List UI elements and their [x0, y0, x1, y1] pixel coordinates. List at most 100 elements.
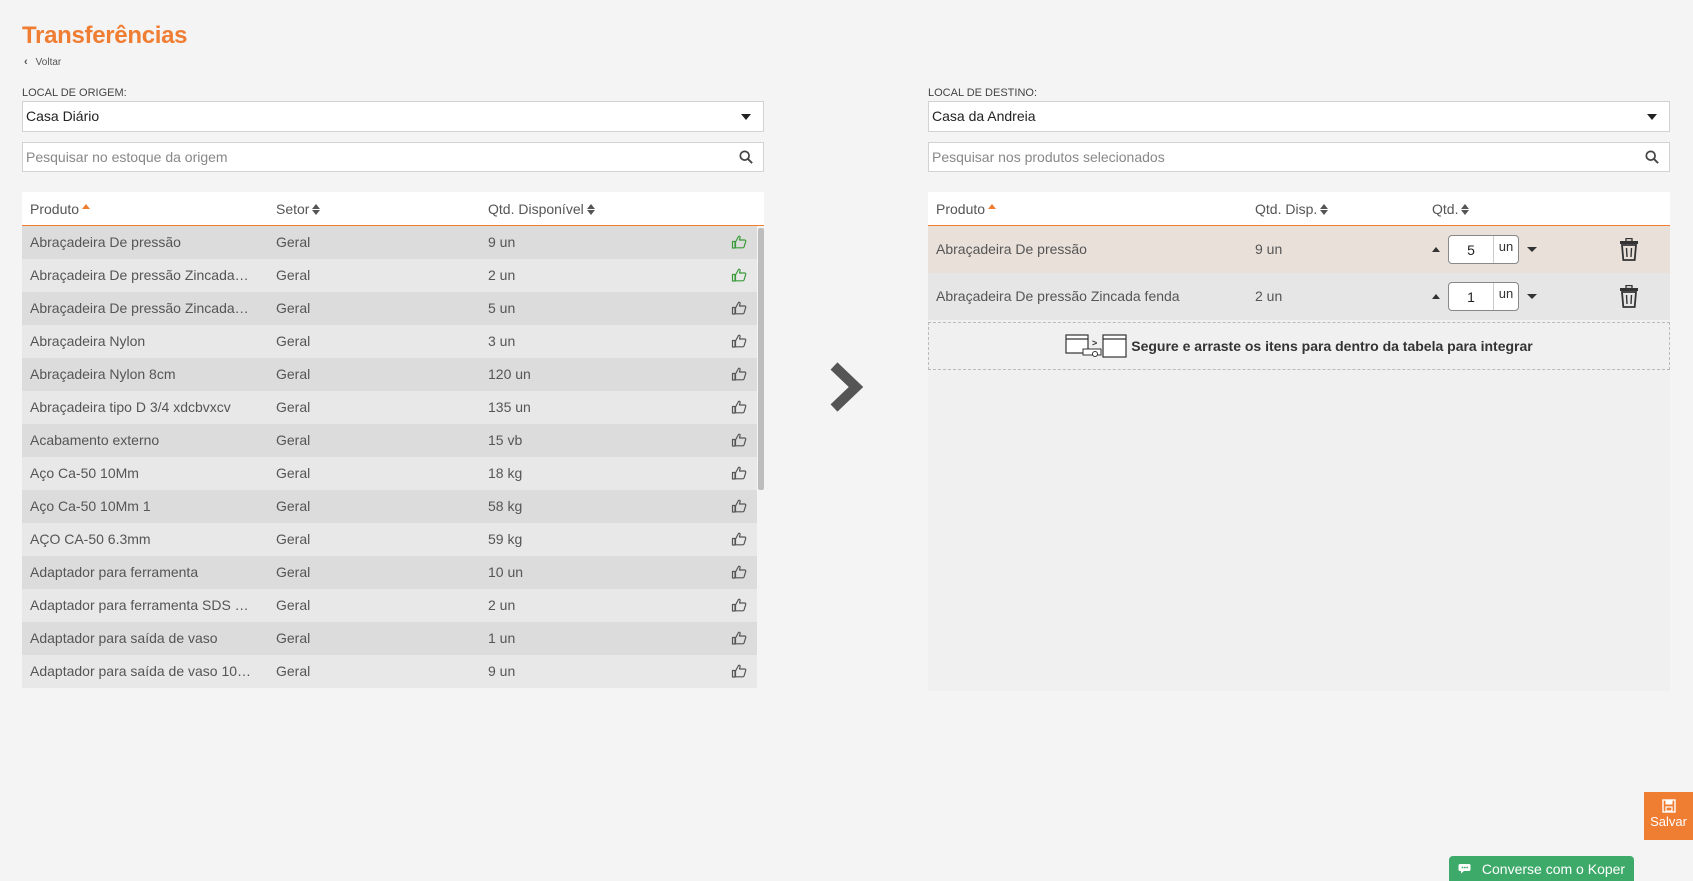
hand-pointing-icon[interactable] — [731, 366, 747, 382]
available-qty: 59 kg — [488, 531, 523, 547]
column-header-product[interactable]: Produto — [936, 201, 997, 217]
transfer-chevron-right-icon[interactable] — [826, 360, 864, 414]
product-name: Abraçadeira De pressão — [30, 234, 181, 250]
column-header-available[interactable]: Qtd. Disponível — [488, 201, 595, 217]
table-row[interactable]: Abraçadeira De pressão Zincada fenda Gera… — [22, 259, 757, 292]
available-qty: 58 kg — [488, 498, 523, 514]
origin-search-input[interactable] — [23, 143, 763, 171]
quantity-stepper[interactable]: un — [1432, 235, 1537, 264]
hand-pointing-icon[interactable] — [731, 597, 747, 613]
product-name: Abraçadeira Nylon — [30, 333, 146, 349]
available-qty: 9 un — [1255, 241, 1283, 257]
back-label: Voltar — [35, 56, 62, 68]
back-link[interactable]: ‹ Voltar — [24, 56, 61, 68]
table-row[interactable]: Abraçadeira Nylon Geral 3 un — [22, 325, 757, 358]
available-qty: 2 un — [488, 267, 516, 283]
table-row[interactable]: Abraçadeira tipo D 3/4 xdcbvxcv Geral 135 … — [22, 391, 757, 424]
product-name: Adaptador para ferramenta SDS 12mm — [30, 597, 252, 613]
destination-search[interactable] — [928, 142, 1670, 172]
sort-icon — [1461, 203, 1470, 215]
table-row[interactable]: Acabamento externo Geral 15 vb — [22, 424, 757, 457]
table-row[interactable]: Abraçadeira De pressão Zincada fenda 1 Ge… — [22, 292, 757, 325]
sector: Geral — [276, 630, 311, 646]
hand-pointing-icon[interactable] — [731, 267, 747, 283]
hand-pointing-icon[interactable] — [731, 630, 747, 646]
table-row[interactable]: Abraçadeira De pressão 9 un un — [928, 226, 1670, 273]
quantity-stepper[interactable]: un — [1432, 282, 1537, 311]
available-qty: 10 un — [488, 564, 524, 580]
table-row[interactable]: Abraçadeira De pressão Geral 9 un — [22, 226, 757, 259]
drag-drop-icon: > — [1065, 334, 1127, 358]
hand-pointing-icon[interactable] — [731, 333, 747, 349]
drop-zone[interactable]: > Segure e arraste os itens para dentro … — [928, 322, 1670, 370]
column-header-product[interactable]: Produto — [30, 201, 91, 217]
product-name: Acabamento externo — [30, 432, 160, 448]
table-row[interactable]: Abraçadeira Nylon 8cm Geral 120 un — [22, 358, 757, 391]
table-row[interactable]: AÇO CA-50 6.3mm Geral 59 kg — [22, 523, 757, 556]
table-row[interactable]: Abraçadeira De pressão Zincada fenda 2 un… — [928, 273, 1670, 320]
search-icon[interactable] — [739, 150, 753, 164]
table-row[interactable]: Adaptador para ferramenta SDS 12mm Geral 2… — [22, 589, 757, 622]
origin-scrollbar[interactable] — [758, 228, 764, 490]
sort-icon — [586, 203, 595, 215]
column-header-sector[interactable]: Setor — [276, 201, 321, 217]
table-row[interactable]: Aço Ca-50 10Mm 1 Geral 58 kg — [22, 490, 757, 523]
quantity-input[interactable] — [1449, 283, 1493, 310]
column-header-available[interactable]: Qtd. Disp. — [1255, 201, 1329, 217]
hand-pointing-icon[interactable] — [731, 663, 747, 679]
product-name: Abraçadeira De pressão Zincada fenda 1 — [30, 300, 252, 316]
sector: Geral — [276, 465, 311, 481]
sort-asc-icon — [988, 203, 997, 209]
destination-search-input[interactable] — [929, 143, 1669, 171]
sector: Geral — [276, 498, 311, 514]
sector: Geral — [276, 267, 311, 283]
origin-search[interactable] — [22, 142, 764, 172]
hand-pointing-icon[interactable] — [731, 234, 747, 250]
product-name: Adaptador para saída de vaso 100mm — [30, 663, 252, 679]
destination-select[interactable]: Casa da Andreia — [928, 101, 1670, 132]
sort-asc-icon — [82, 203, 91, 209]
stepper-down-icon[interactable] — [1527, 247, 1537, 252]
available-qty: 3 un — [488, 333, 516, 349]
stepper-up-icon[interactable] — [1432, 247, 1440, 252]
table-row[interactable]: Adaptador para ferramenta Geral 10 un — [22, 556, 757, 589]
product-name: Abraçadeira Nylon 8cm — [30, 366, 176, 382]
product-name: Aço Ca-50 10Mm — [30, 465, 139, 481]
destination-select-value: Casa da Andreia — [932, 108, 1036, 124]
trash-icon[interactable] — [1618, 238, 1640, 262]
sector: Geral — [276, 399, 311, 415]
available-qty: 2 un — [488, 597, 516, 613]
table-row[interactable]: Adaptador para saída de vaso 100mm Geral 9… — [22, 655, 757, 688]
search-icon[interactable] — [1645, 150, 1659, 164]
product-name: Abraçadeira tipo D 3/4 xdcbvxcv — [30, 399, 231, 415]
hand-pointing-icon[interactable] — [731, 498, 747, 514]
hand-pointing-icon[interactable] — [731, 531, 747, 547]
save-button[interactable]: Salvar — [1644, 792, 1693, 840]
hand-pointing-icon[interactable] — [731, 300, 747, 316]
sort-icon — [312, 203, 321, 215]
stepper-up-icon[interactable] — [1432, 294, 1440, 299]
quantity-input[interactable] — [1449, 236, 1493, 263]
hand-pointing-icon[interactable] — [731, 399, 747, 415]
chat-button[interactable]: Converse com o Koper — [1449, 856, 1634, 881]
column-header-qty[interactable]: Qtd. — [1432, 201, 1470, 217]
sector: Geral — [276, 234, 311, 250]
stepper-down-icon[interactable] — [1527, 294, 1537, 299]
destination-table: Produto Qtd. Disp. Qtd. Abraçadeira De p… — [928, 192, 1670, 691]
available-qty: 5 un — [488, 300, 516, 316]
product-name: AÇO CA-50 6.3mm — [30, 531, 151, 547]
table-row[interactable]: Adaptador para saída de vaso Geral 1 un — [22, 622, 757, 655]
hand-pointing-icon[interactable] — [731, 432, 747, 448]
chat-label: Converse com o Koper — [1481, 860, 1626, 877]
origin-select[interactable]: Casa Diário — [22, 101, 764, 132]
trash-icon[interactable] — [1618, 285, 1640, 309]
product-name: Adaptador para saída de vaso — [30, 630, 218, 646]
unit-label: un — [1493, 283, 1518, 310]
hand-pointing-icon[interactable] — [731, 465, 747, 481]
hand-pointing-icon[interactable] — [731, 564, 747, 580]
chat-bubble-icon — [1458, 863, 1471, 873]
floppy-disk-icon — [1661, 799, 1676, 813]
product-name: Adaptador para ferramenta — [30, 564, 199, 580]
table-row[interactable]: Aço Ca-50 10Mm Geral 18 kg — [22, 457, 757, 490]
sector: Geral — [276, 333, 311, 349]
